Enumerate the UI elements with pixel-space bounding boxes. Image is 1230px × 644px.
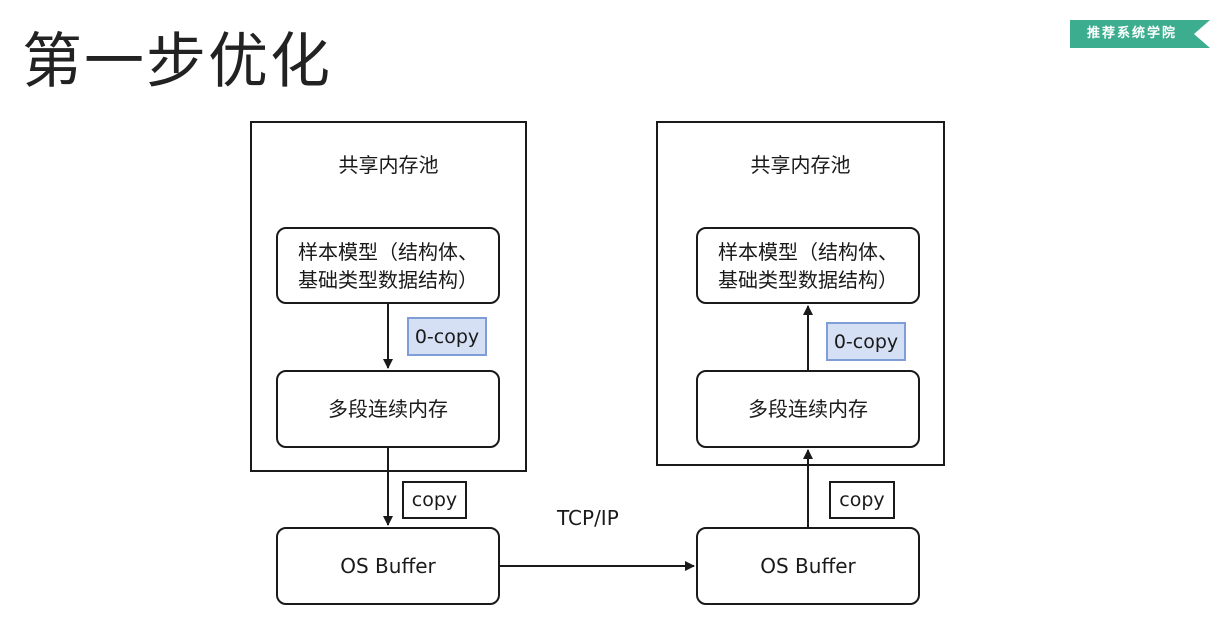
connector-arrows — [383, 304, 813, 571]
diagram: 共享内存池 样本模型（结构体、 基础类型数据结构） 0-copy 多段连续内存 … — [0, 0, 1230, 644]
